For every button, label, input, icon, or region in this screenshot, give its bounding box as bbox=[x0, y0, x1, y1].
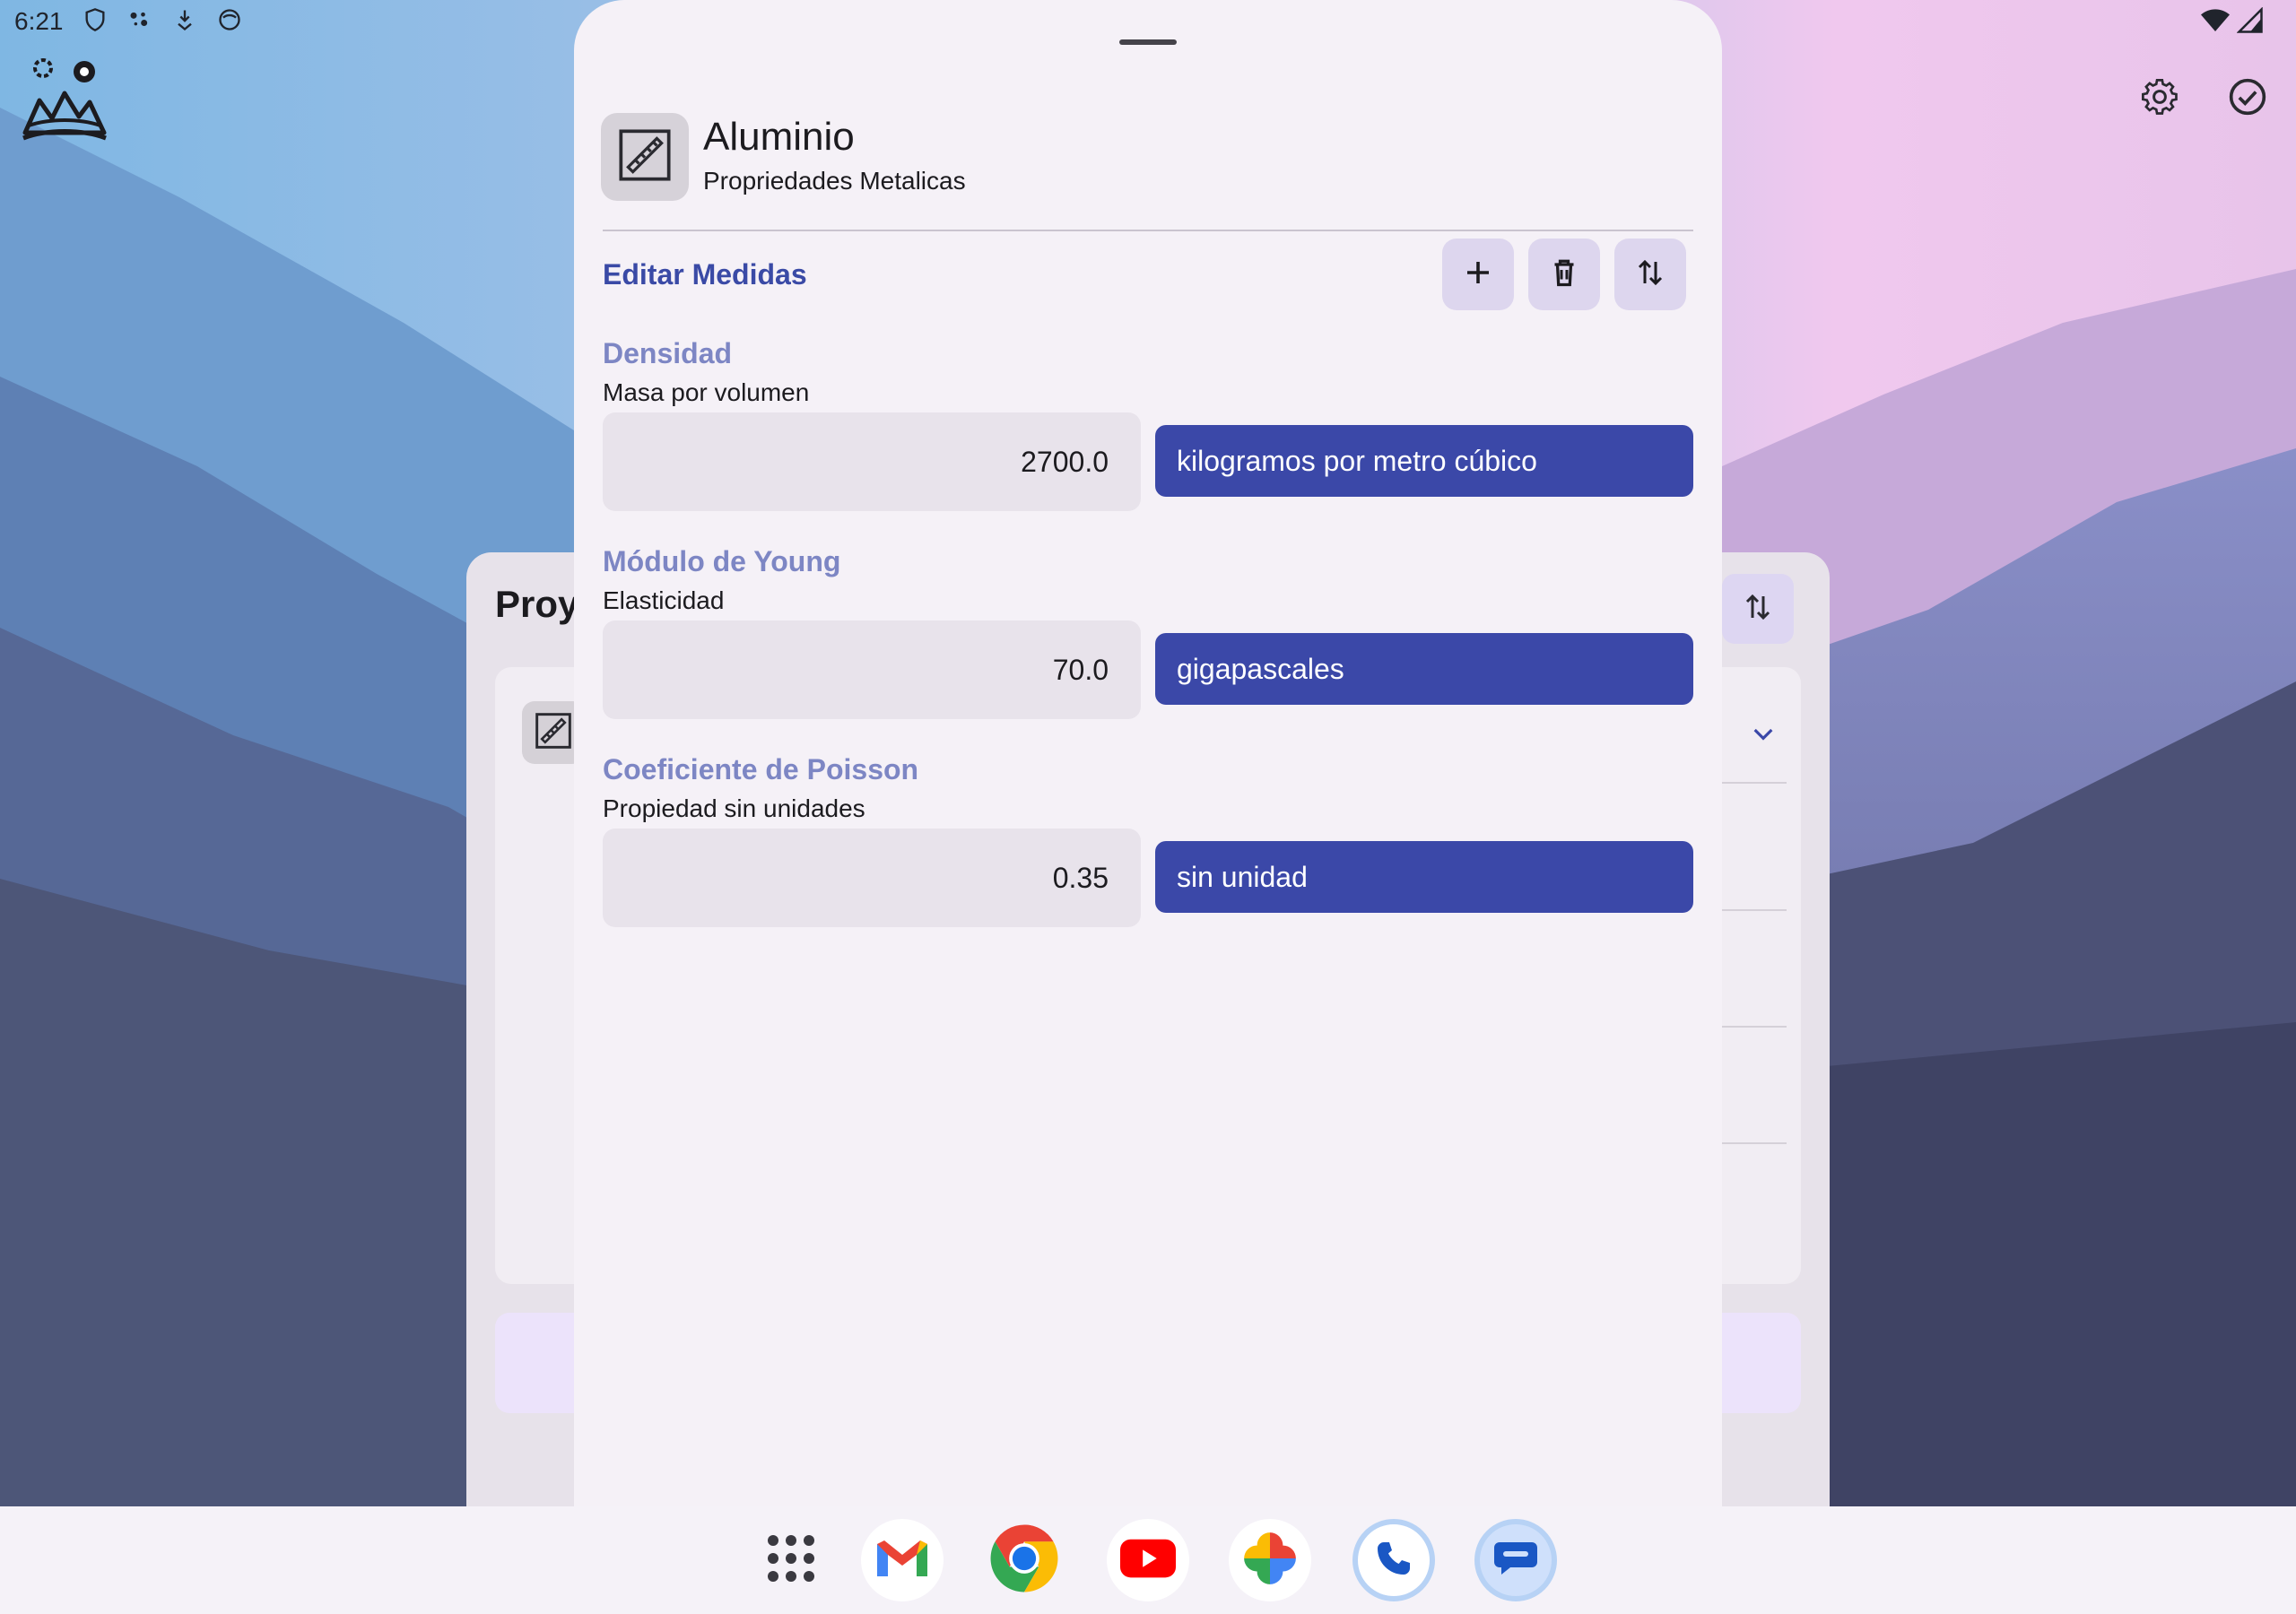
phone-icon bbox=[1372, 1537, 1415, 1584]
property-name: Densidad bbox=[603, 337, 733, 369]
poisson-unit-button[interactable]: sin unidad bbox=[1155, 841, 1693, 913]
background-divider bbox=[1722, 1026, 1787, 1028]
photos-icon bbox=[1240, 1529, 1300, 1592]
drag-handle[interactable] bbox=[1119, 39, 1177, 45]
app-drawer-button[interactable] bbox=[750, 1519, 832, 1601]
chrome-icon bbox=[984, 1518, 1065, 1603]
material-title: Aluminio bbox=[703, 115, 855, 159]
background-divider bbox=[1722, 1142, 1787, 1144]
wifi-icon bbox=[2201, 7, 2230, 39]
settings-button[interactable] bbox=[2136, 75, 2183, 122]
divider bbox=[603, 230, 1693, 231]
sort-measures-button[interactable] bbox=[1614, 239, 1686, 310]
property-description: Elasticidad bbox=[603, 586, 725, 614]
check-circle-icon bbox=[2228, 77, 2267, 121]
sort-icon bbox=[1634, 256, 1666, 293]
gmail-app[interactable] bbox=[861, 1519, 944, 1601]
settings-icon bbox=[2140, 77, 2179, 121]
youtube-app[interactable] bbox=[1107, 1519, 1189, 1601]
material-icon bbox=[601, 113, 689, 201]
density-value-input[interactable]: 2700.0 bbox=[603, 412, 1141, 511]
poisson-value-input[interactable]: 0.35 bbox=[603, 829, 1141, 927]
ruler-icon bbox=[616, 126, 674, 188]
chevron-down-icon bbox=[1749, 719, 1778, 752]
youtube-icon bbox=[1120, 1539, 1176, 1583]
assistant-dots-icon bbox=[127, 7, 152, 32]
young-modulus-value-input[interactable]: 70.0 bbox=[603, 620, 1141, 719]
edit-measures-sheet: Aluminio Propriedades Metalicas Editar M… bbox=[574, 0, 1722, 1506]
delete-icon bbox=[1548, 256, 1580, 293]
phone-app[interactable] bbox=[1352, 1519, 1435, 1601]
sort-icon bbox=[1742, 591, 1774, 628]
face-icon bbox=[217, 7, 242, 32]
property-name: Coeficiente de Poisson bbox=[603, 753, 919, 785]
app-drawer-icon bbox=[764, 1532, 818, 1590]
download-icon bbox=[172, 7, 197, 32]
ruler-icon bbox=[534, 711, 573, 755]
background-sort-button[interactable] bbox=[1722, 574, 1794, 644]
density-unit-button[interactable]: kilogramos por metro cúbico bbox=[1155, 425, 1693, 497]
section-title: Editar Medidas bbox=[603, 258, 807, 291]
messages-app[interactable] bbox=[1474, 1519, 1557, 1601]
status-time: 6:21 bbox=[14, 7, 64, 35]
chrome-app[interactable] bbox=[983, 1519, 1065, 1601]
messages-icon bbox=[1492, 1537, 1539, 1584]
material-subtitle: Propriedades Metalicas bbox=[703, 167, 966, 195]
background-title: Proy bbox=[495, 583, 579, 625]
signal-icon bbox=[2236, 6, 2264, 39]
background-divider bbox=[1722, 909, 1787, 911]
confirm-button[interactable] bbox=[2224, 75, 2271, 122]
shield-icon bbox=[83, 7, 108, 32]
background-expand-button[interactable] bbox=[1745, 717, 1781, 753]
property-description: Masa por volumen bbox=[603, 378, 810, 406]
background-divider bbox=[1722, 782, 1787, 784]
gmail-icon bbox=[874, 1536, 931, 1585]
app-logo bbox=[20, 54, 109, 143]
delete-measure-button[interactable] bbox=[1528, 239, 1600, 310]
add-measure-button[interactable] bbox=[1442, 239, 1514, 310]
young-modulus-unit-button[interactable]: gigapascales bbox=[1155, 633, 1693, 705]
photos-app[interactable] bbox=[1229, 1519, 1311, 1601]
property-name: Módulo de Young bbox=[603, 545, 841, 577]
property-description: Propiedad sin unidades bbox=[603, 794, 865, 822]
add-icon bbox=[1462, 256, 1494, 293]
